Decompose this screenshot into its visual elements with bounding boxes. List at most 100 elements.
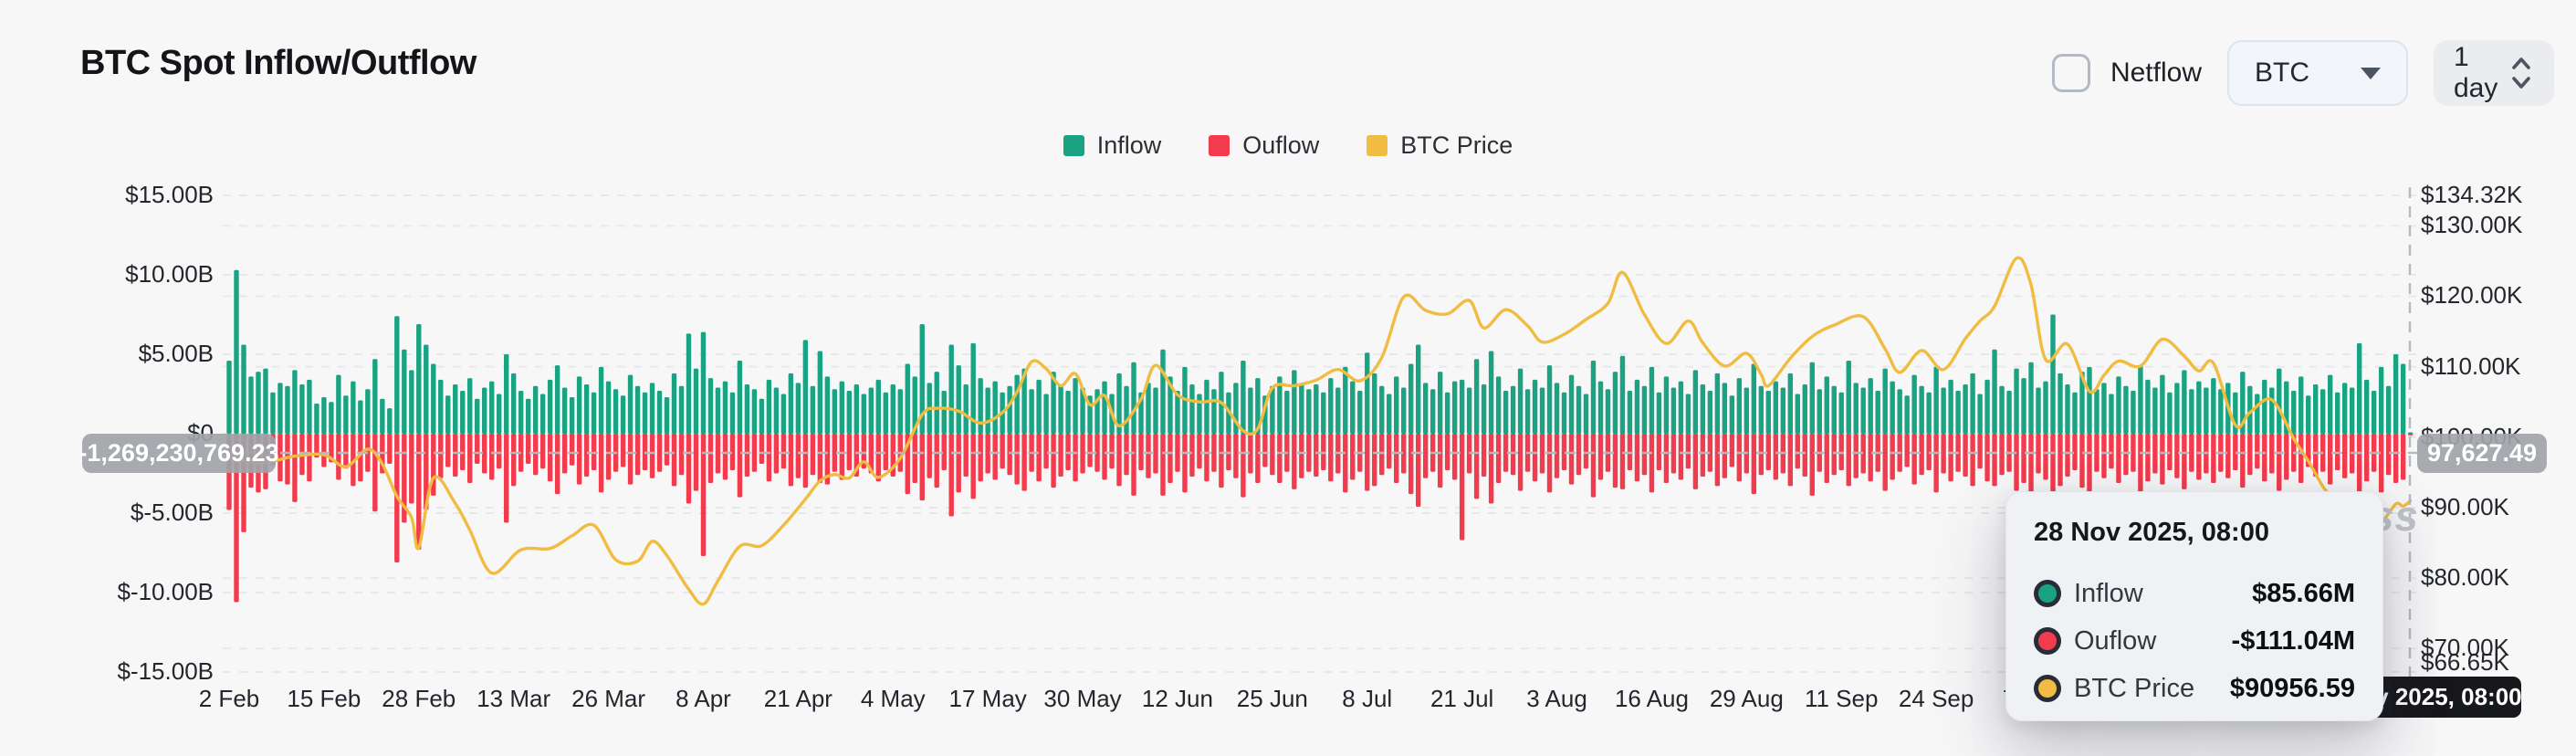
inflow-bar[interactable] <box>2269 388 2274 434</box>
inflow-bar[interactable] <box>949 345 954 434</box>
inflow-bar[interactable] <box>2313 384 2318 434</box>
ouflow-bar[interactable] <box>745 434 749 477</box>
inflow-bar[interactable] <box>1693 370 1698 434</box>
ouflow-bar[interactable] <box>1847 434 1851 486</box>
inflow-bar[interactable] <box>876 380 881 434</box>
inflow-bar[interactable] <box>2299 376 2303 434</box>
inflow-bar[interactable] <box>263 369 267 434</box>
inflow-bar[interactable] <box>1365 352 1369 434</box>
ouflow-bar[interactable] <box>1211 434 1216 472</box>
inflow-bar[interactable] <box>2065 384 2069 434</box>
ouflow-bar[interactable] <box>1941 434 1945 474</box>
inflow-bar[interactable] <box>935 372 939 434</box>
ouflow-bar[interactable] <box>1496 434 1501 483</box>
inflow-bar[interactable] <box>285 386 289 434</box>
inflow-bar[interactable] <box>2372 391 2376 434</box>
ouflow-bar[interactable] <box>1723 434 1727 478</box>
ouflow-bar[interactable] <box>2174 434 2179 478</box>
ouflow-bar[interactable] <box>2364 434 2369 481</box>
inflow-bar[interactable] <box>1284 391 1289 434</box>
inflow-bar[interactable] <box>424 345 428 434</box>
ouflow-bar[interactable] <box>2065 434 2069 477</box>
inflow-bar[interactable] <box>1292 370 1296 434</box>
inflow-bar[interactable] <box>891 384 895 434</box>
inflow-bar[interactable] <box>1211 389 1216 434</box>
inflow-bar[interactable] <box>1613 372 1618 434</box>
inflow-bar[interactable] <box>818 352 822 434</box>
inflow-bar[interactable] <box>358 400 362 434</box>
inflow-bar[interactable] <box>1628 391 1632 434</box>
ouflow-bar[interactable] <box>781 434 786 468</box>
ouflow-bar[interactable] <box>1160 434 1165 496</box>
ouflow-bar[interactable] <box>1036 434 1041 481</box>
inflow-bar[interactable] <box>2342 383 2347 434</box>
inflow-bar[interactable] <box>1452 382 1457 434</box>
inflow-bar[interactable] <box>847 391 852 434</box>
inflow-bar[interactable] <box>2401 363 2405 434</box>
ouflow-bar[interactable] <box>628 434 633 485</box>
inflow-bar[interactable] <box>2350 388 2354 434</box>
inflow-bar[interactable] <box>2277 369 2281 434</box>
ouflow-bar[interactable] <box>1796 434 1800 468</box>
inflow-bar[interactable] <box>365 389 370 434</box>
ouflow-bar[interactable] <box>1073 434 1077 481</box>
inflow-bar[interactable] <box>2262 380 2267 434</box>
inflow-bar[interactable] <box>2189 389 2194 434</box>
inflow-bar[interactable] <box>1642 386 1647 434</box>
inflow-bar[interactable] <box>2196 382 2201 434</box>
ouflow-bar[interactable] <box>1277 434 1282 483</box>
inflow-bar[interactable] <box>672 373 676 434</box>
ouflow-bar[interactable] <box>438 434 443 478</box>
ouflow-bar[interactable] <box>1416 434 1420 507</box>
inflow-bar[interactable] <box>2160 375 2164 434</box>
ouflow-bar[interactable] <box>1058 434 1063 477</box>
ouflow-bar[interactable] <box>526 434 530 464</box>
ouflow-bar[interactable] <box>1715 434 1720 486</box>
ouflow-bar[interactable] <box>467 434 472 483</box>
inflow-bar[interactable] <box>584 384 589 434</box>
ouflow-bar[interactable] <box>416 434 421 550</box>
ouflow-bar[interactable] <box>387 434 392 464</box>
inflow-bar[interactable] <box>1503 391 1508 434</box>
inflow-bar[interactable] <box>1540 388 1545 434</box>
inflow-bar[interactable] <box>1657 393 1661 434</box>
inflow-bar[interactable] <box>1803 384 1807 434</box>
inflow-bar[interactable] <box>1598 382 1603 434</box>
inflow-bar[interactable] <box>2379 367 2383 434</box>
ouflow-bar[interactable] <box>2028 434 2033 498</box>
inflow-bar[interactable] <box>307 380 311 434</box>
ouflow-bar[interactable] <box>876 434 881 481</box>
ouflow-bar[interactable] <box>635 434 640 475</box>
inflow-bar[interactable] <box>548 380 552 434</box>
inflow-bar[interactable] <box>730 393 735 434</box>
inflow-bar[interactable] <box>1511 386 1515 434</box>
ouflow-bar[interactable] <box>811 434 815 475</box>
inflow-bar[interactable] <box>1999 386 2004 434</box>
ouflow-bar[interactable] <box>1788 434 1793 486</box>
inflow-bar[interactable] <box>372 359 377 434</box>
inflow-bar[interactable] <box>1847 361 1851 434</box>
inflow-bar[interactable] <box>1007 386 1011 434</box>
inflow-bar[interactable] <box>511 373 516 434</box>
ouflow-bar[interactable] <box>1752 434 1756 494</box>
ouflow-bar[interactable] <box>1664 434 1669 483</box>
inflow-bar[interactable] <box>2145 380 2150 434</box>
inflow-bar[interactable] <box>1781 388 1785 434</box>
inflow-bar[interactable] <box>1394 376 1398 434</box>
inflow-bar[interactable] <box>643 393 647 434</box>
inflow-bar[interactable] <box>1189 384 1194 434</box>
inflow-bar[interactable] <box>1635 380 1639 434</box>
inflow-bar[interactable] <box>2028 362 2033 434</box>
inflow-bar[interactable] <box>1299 383 1304 434</box>
ouflow-bar[interactable] <box>708 434 713 483</box>
inflow-bar[interactable] <box>1796 394 1800 435</box>
inflow-bar[interactable] <box>1496 376 1501 434</box>
ouflow-bar[interactable] <box>2379 434 2383 492</box>
inflow-bar[interactable] <box>745 384 749 434</box>
ouflow-bar[interactable] <box>1977 434 1982 468</box>
ouflow-bar[interactable] <box>2058 434 2062 486</box>
inflow-bar[interactable] <box>752 389 757 434</box>
inflow-bar[interactable] <box>1248 388 1252 434</box>
inflow-bar[interactable] <box>351 382 355 434</box>
ouflow-bar[interactable] <box>321 434 326 467</box>
